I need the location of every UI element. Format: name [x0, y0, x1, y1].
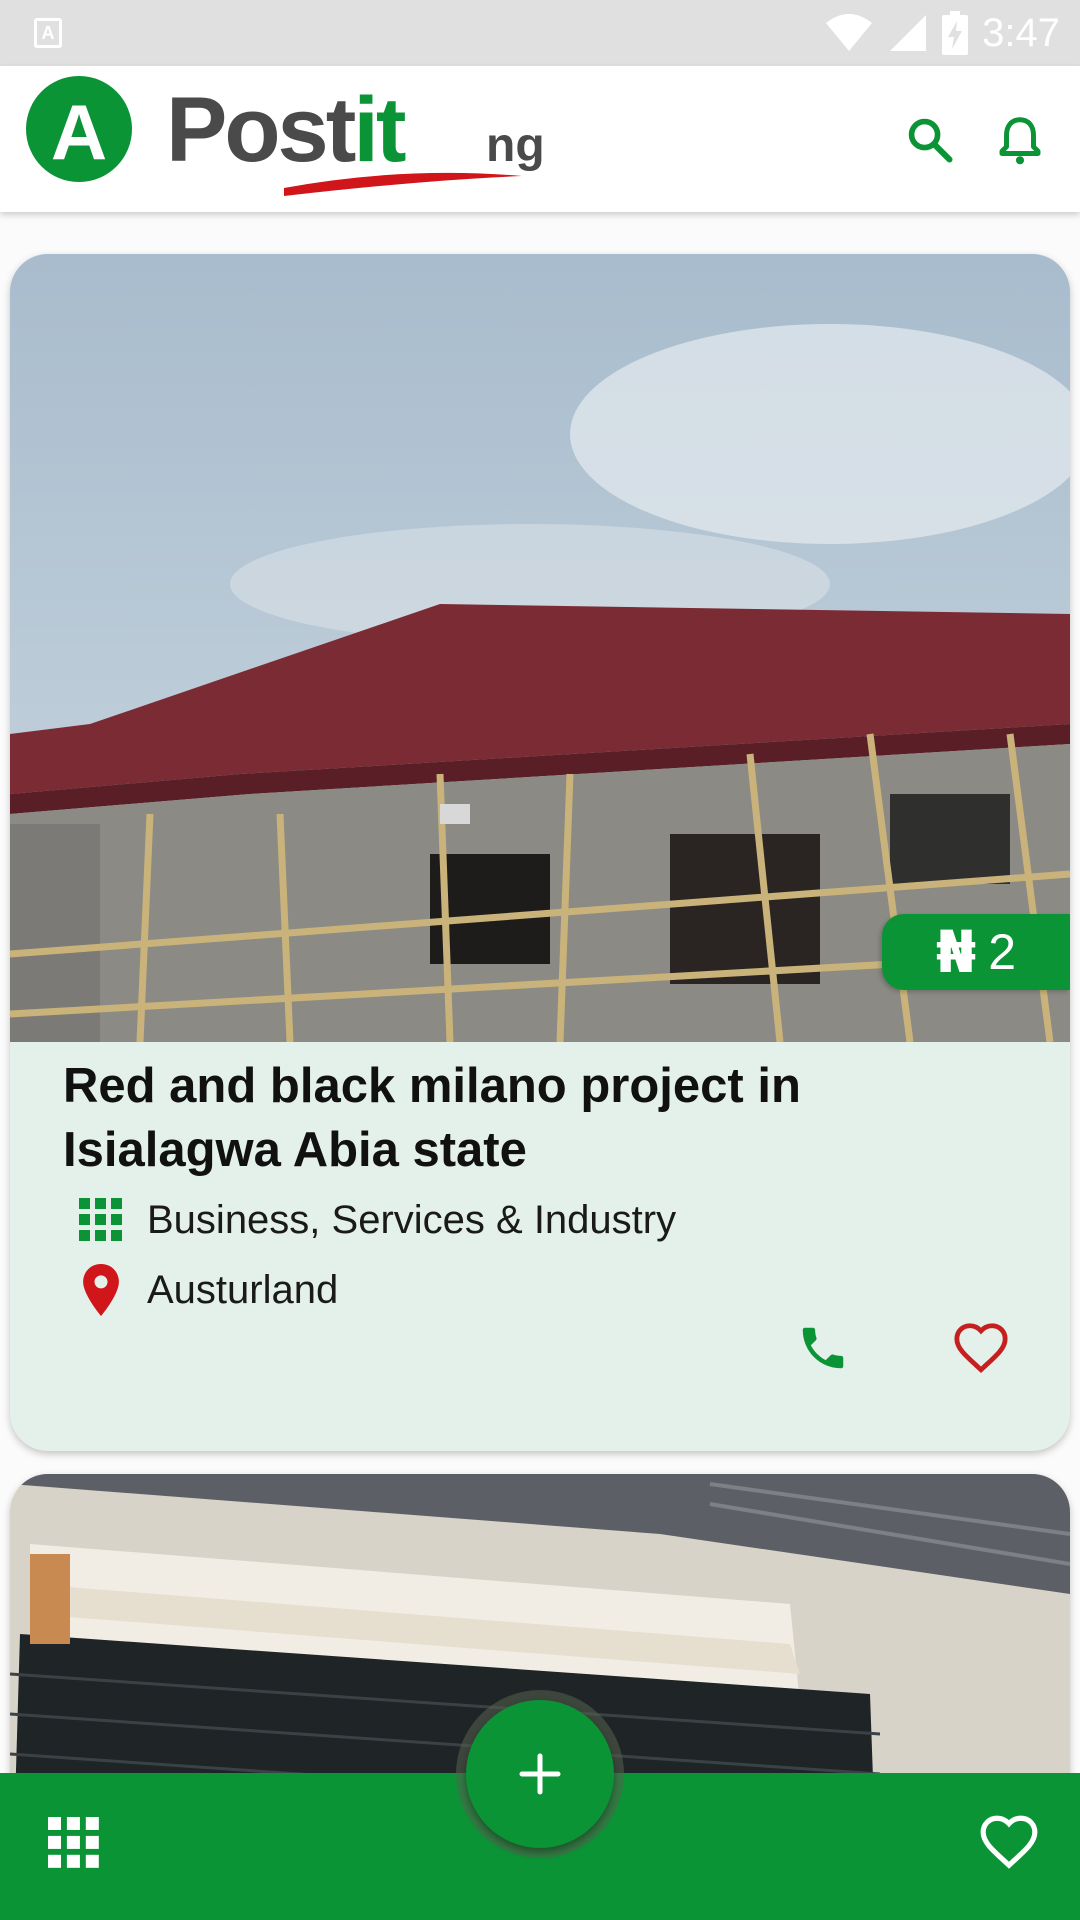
notification-a-icon: A	[34, 18, 62, 48]
price-value: 2	[988, 924, 1017, 980]
price-badge: ₦ 2	[882, 914, 1070, 990]
plus-icon	[519, 1753, 561, 1795]
add-listing-button[interactable]	[466, 1700, 614, 1848]
phone-icon	[802, 1327, 844, 1369]
logo-accent: it	[353, 79, 406, 181]
location-pin-icon	[75, 1264, 127, 1316]
logo-tld: ng	[486, 119, 545, 172]
wifi-icon	[826, 14, 873, 51]
heart-outline-icon	[954, 1323, 1008, 1374]
heart-outline-icon	[980, 1815, 1038, 1869]
categories-button[interactable]	[48, 1817, 100, 1869]
app-screen: A 3:47 A Postit ng ₦ 2 Red and black mil…	[0, 0, 1080, 1920]
bell-icon	[999, 117, 1041, 165]
favorite-button[interactable]	[952, 1319, 1010, 1377]
logo-swoosh	[284, 172, 522, 196]
listing-actions	[794, 1319, 1010, 1377]
avatar[interactable]: A	[26, 76, 132, 182]
listing-details: Red and black milano project in Isialagw…	[10, 1054, 1070, 1322]
currency-symbol: ₦	[935, 918, 977, 986]
search-icon	[908, 118, 953, 163]
battery-charging-icon	[942, 11, 969, 55]
signal-icon	[890, 15, 927, 51]
grid-icon	[75, 1194, 127, 1246]
listing-card[interactable]: ₦ 2 Red and black milano project in Isia…	[10, 254, 1070, 1451]
logo-main: Post	[166, 79, 356, 181]
grid-icon	[48, 1817, 99, 1868]
favorites-button[interactable]	[978, 1813, 1040, 1875]
listing-title[interactable]: Red and black milano project in Isialagw…	[63, 1054, 1003, 1182]
status-icons: 3:47	[824, 8, 1060, 58]
app-bar: A Postit ng	[0, 66, 1080, 212]
status-bar: A 3:47	[0, 0, 1080, 66]
call-button[interactable]	[794, 1319, 852, 1377]
location-row: Austurland	[63, 1258, 1070, 1322]
postit-logo: Postit ng	[164, 78, 545, 198]
location-label: Austurland	[147, 1267, 339, 1312]
logo-wordmark: Postit	[166, 78, 407, 183]
notifications-button[interactable]	[988, 108, 1052, 172]
category-label: Business, Services & Industry	[147, 1197, 677, 1242]
status-time: 3:47	[982, 10, 1060, 55]
listing-photo-house: ₦ 2	[10, 254, 1070, 1042]
category-row: Business, Services & Industry	[63, 1188, 1070, 1252]
search-button[interactable]	[898, 108, 962, 172]
